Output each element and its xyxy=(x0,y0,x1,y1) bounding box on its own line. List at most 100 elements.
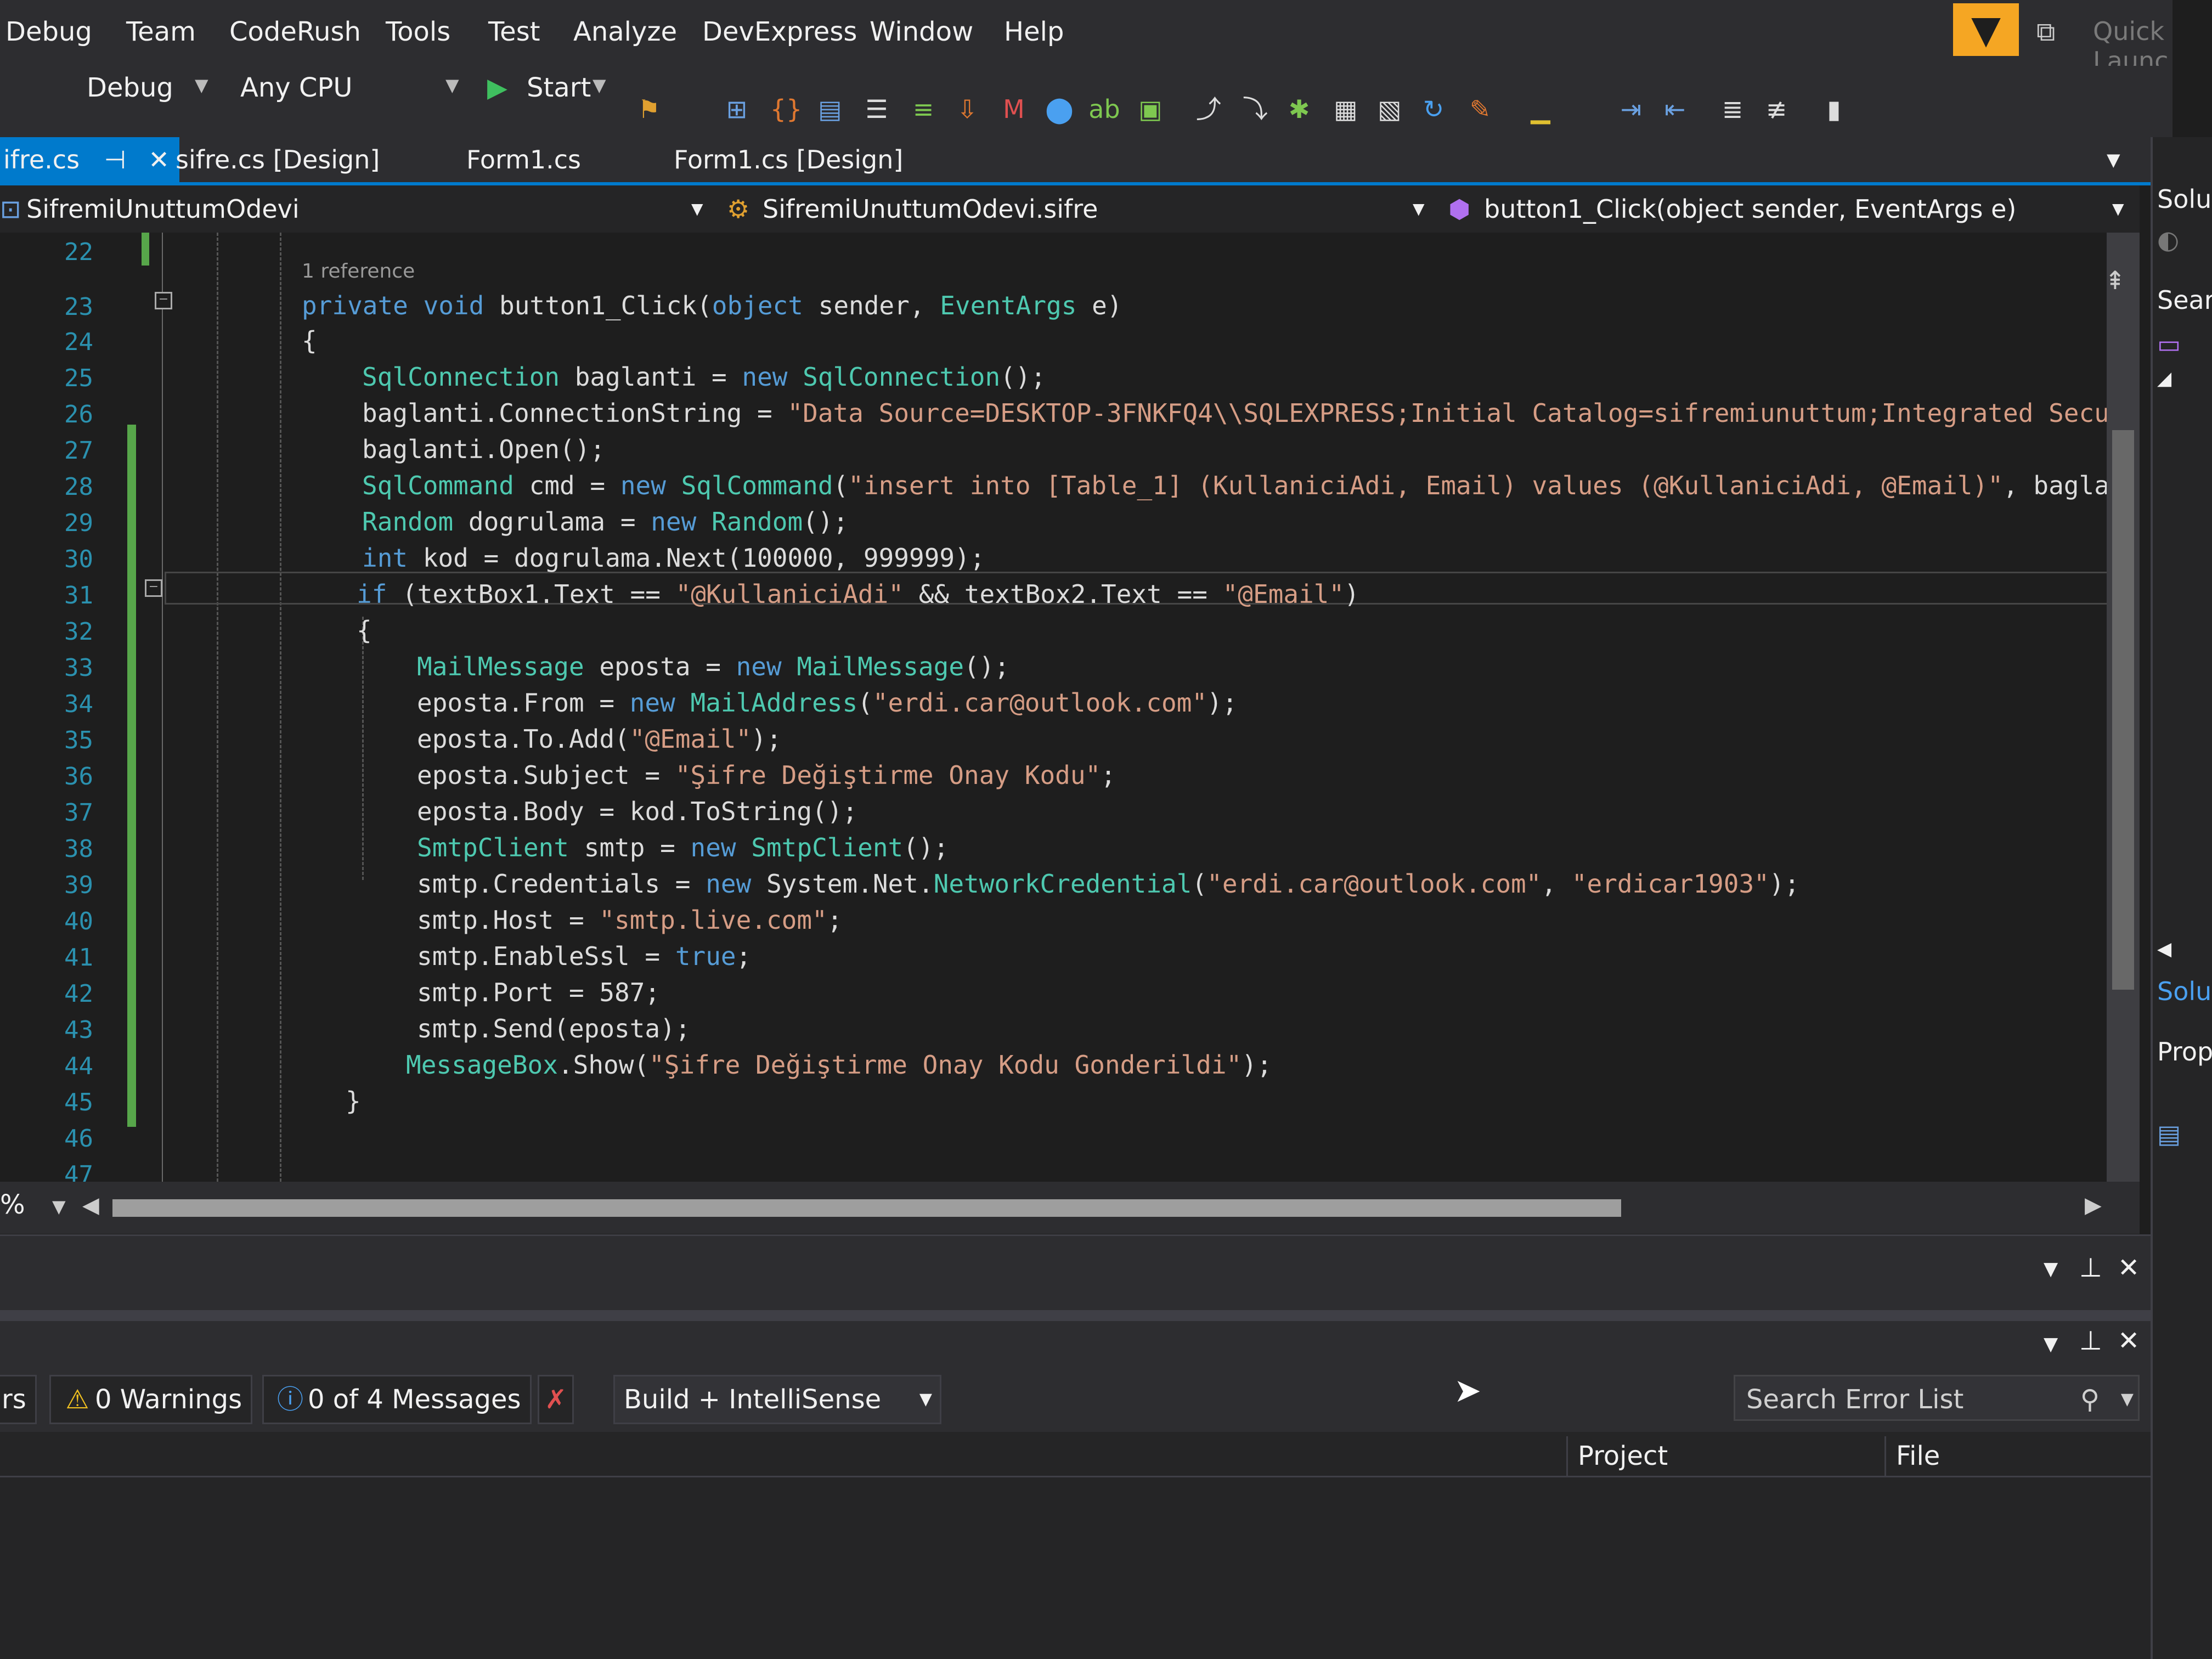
menu-tools[interactable]: Tools xyxy=(386,16,450,47)
scroll-left-icon[interactable]: ◀ xyxy=(82,1193,99,1218)
close-icon[interactable]: ✕ xyxy=(2118,1252,2140,1283)
list-icon[interactable]: ☰ xyxy=(859,91,895,127)
code-line[interactable]: smtp.EnableSsl = true; xyxy=(417,941,751,971)
code-line[interactable]: MailMessage eposta = new MailMessage(); xyxy=(417,652,1009,681)
bug-icon[interactable]: ✱ xyxy=(1281,91,1317,127)
codelens-references[interactable]: 1 reference xyxy=(302,260,415,283)
chevron-down-icon[interactable]: ▼ xyxy=(195,75,208,95)
split-icon[interactable]: ⇞ xyxy=(2104,266,2126,295)
code-line[interactable]: MessageBox.Show("Şifre Değiştirme Onay K… xyxy=(406,1050,1272,1080)
code-line[interactable]: Random dogrulama = new Random(); xyxy=(362,507,848,537)
code-line[interactable]: eposta.Body = kod.ToString(); xyxy=(417,797,857,826)
properties-title[interactable]: Prop xyxy=(2157,1037,2212,1066)
uncomment-icon[interactable]: ≢ xyxy=(1758,91,1795,127)
grid-icon[interactable]: ▤ xyxy=(812,91,848,127)
menu-help[interactable]: Help xyxy=(1004,16,1064,47)
code-line[interactable]: baglanti.ConnectionString = "Data Source… xyxy=(362,398,2109,428)
menu-debug[interactable]: Debug xyxy=(5,16,92,47)
code-line[interactable]: baglanti.Open(); xyxy=(362,435,605,464)
zoom-level[interactable]: % xyxy=(0,1189,25,1220)
member-dropdown[interactable]: button1_Click(object sender, EventArgs e… xyxy=(1484,194,2016,224)
code-line[interactable]: smtp.Credentials = new System.Net.Networ… xyxy=(417,869,1799,899)
platform-dropdown[interactable]: Any CPU xyxy=(240,72,353,103)
error-list-body[interactable] xyxy=(0,1477,2151,1659)
class-view-icon[interactable]: ⊞ xyxy=(719,91,755,127)
tab-sifre-cs[interactable]: ifre.cs ⊣ ✕ xyxy=(0,137,179,182)
data-icon[interactable]: ≡ xyxy=(905,91,941,127)
code-line[interactable]: eposta.Subject = "Şifre Değiştirme Onay … xyxy=(417,760,1116,790)
messages-filter-button[interactable]: ⓘ 0 of 4 Messages xyxy=(262,1375,532,1424)
code-line[interactable]: smtp.Send(eposta); xyxy=(417,1014,691,1043)
menu-analyze[interactable]: Analyze xyxy=(573,16,677,47)
location-icon[interactable]: ⬤ xyxy=(1041,91,1077,127)
errors-filter-button[interactable]: rs xyxy=(0,1375,37,1424)
search-solution-input[interactable]: Searc xyxy=(2157,285,2212,315)
collapse-icon[interactable]: − xyxy=(145,579,162,597)
pin-icon[interactable]: ⊣ xyxy=(104,145,126,174)
chevron-down-icon[interactable]: ▼ xyxy=(592,75,606,95)
document-export-icon[interactable]: ▧ xyxy=(1372,91,1408,127)
pin-icon[interactable]: ⊥ xyxy=(2079,1325,2102,1356)
column-file[interactable]: File xyxy=(1884,1436,2148,1476)
code-line[interactable]: { xyxy=(302,326,317,356)
solution-icon[interactable]: ▭ xyxy=(2157,329,2181,359)
error-list-search[interactable]: Search Error List ⚲ ▼ xyxy=(1734,1375,2140,1421)
chevron-down-icon[interactable]: ▼ xyxy=(2044,1333,2058,1355)
clear-filter-icon[interactable]: ✗ xyxy=(538,1375,574,1424)
solution-config-dropdown[interactable]: Debug xyxy=(87,72,173,103)
menu-test[interactable]: Test xyxy=(488,16,540,47)
comment-icon[interactable]: ≣ xyxy=(1714,91,1751,127)
chevron-down-icon[interactable]: ▼ xyxy=(691,200,703,218)
braces-icon[interactable]: {} xyxy=(768,91,804,127)
filter-icon[interactable]: ▼ xyxy=(1953,3,2019,56)
collapse-icon[interactable]: − xyxy=(155,292,172,309)
start-icon[interactable]: ▶ xyxy=(487,72,507,103)
scrollbar-thumb[interactable] xyxy=(112,1199,1621,1217)
download-icon[interactable]: ⇩ xyxy=(949,91,985,127)
solution-explorer-title[interactable]: Soluti xyxy=(2157,184,2212,214)
bookmark-icon[interactable]: ▮ xyxy=(1816,91,1852,127)
project-dropdown[interactable]: SifremiUnuttumOdevi xyxy=(26,194,300,224)
pin-icon[interactable]: ⊥ xyxy=(2079,1252,2102,1283)
chevron-down-icon[interactable]: ▼ xyxy=(1413,200,1425,218)
textbox-icon[interactable]: ab xyxy=(1086,91,1122,127)
menu-coderush[interactable]: CodeRush xyxy=(229,16,361,47)
chevron-down-icon[interactable]: ▼ xyxy=(2112,200,2124,218)
back-icon[interactable]: ◐ xyxy=(2157,225,2179,255)
warnings-filter-button[interactable]: ⚠ 0 Warnings xyxy=(49,1375,253,1424)
image-icon[interactable]: ▣ xyxy=(1132,91,1169,127)
highlight-icon[interactable]: ▁ xyxy=(1522,91,1559,127)
horizontal-scrollbar[interactable]: % ▼ ◀ ▶ xyxy=(0,1182,2140,1234)
code-line[interactable]: int kod = dogrulama.Next(100000, 999999)… xyxy=(362,543,985,573)
code-line[interactable]: { xyxy=(357,616,372,645)
code-line[interactable]: SqlConnection baglanti = new SqlConnecti… xyxy=(362,362,1046,392)
clear-icon[interactable]: ✎ xyxy=(1462,91,1498,127)
chevron-down-icon[interactable]: ▼ xyxy=(2121,1376,2134,1423)
outdent-icon[interactable]: ⇤ xyxy=(1657,91,1693,127)
chevron-down-icon[interactable]: ▼ xyxy=(2044,1258,2058,1280)
properties-icon[interactable]: ▤ xyxy=(2157,1119,2181,1149)
chevron-down-icon[interactable]: ▼ xyxy=(445,75,459,95)
code-line[interactable]: eposta.To.Add("@Email"); xyxy=(417,724,782,754)
feedback-icon[interactable]: ⧉ xyxy=(2036,16,2055,48)
code-line[interactable]: SmtpClient smtp = new SmtpClient(); xyxy=(417,833,949,862)
menu-team[interactable]: Team xyxy=(126,16,196,47)
scope-dropdown[interactable]: Build + IntelliSense ▼ xyxy=(613,1375,941,1424)
column-project[interactable]: Project xyxy=(1566,1436,1797,1476)
code-line[interactable]: smtp.Port = 587; xyxy=(417,978,660,1007)
class-dropdown[interactable]: SifremiUnuttumOdevi.sifre xyxy=(763,194,1098,224)
expand-icon[interactable]: ◢ xyxy=(2157,368,2171,390)
tab-overflow-icon[interactable]: ▼ xyxy=(2107,137,2120,182)
code-line[interactable]: eposta.From = new MailAddress("erdi.car@… xyxy=(417,688,1238,718)
tab-form1-cs-design[interactable]: Form1.cs [Design] xyxy=(674,137,903,182)
mail-icon[interactable]: M xyxy=(996,91,1032,127)
start-button[interactable]: Start xyxy=(527,72,591,103)
menu-devexpress[interactable]: DevExpress xyxy=(702,16,857,47)
code-line[interactable]: if (textBox1.Text == "@KullaniciAdi" && … xyxy=(357,579,1359,609)
code-line[interactable]: private void button1_Click(object sender… xyxy=(302,291,1122,320)
tab-form1-cs[interactable]: Form1.cs xyxy=(466,137,581,182)
browser-link-icon[interactable]: ⚑ xyxy=(631,91,667,127)
step-into-icon[interactable]: ⤵ xyxy=(1237,91,1273,127)
chevron-down-icon[interactable]: ▼ xyxy=(52,1196,66,1217)
code-line[interactable]: SqlCommand cmd = new SqlCommand("insert … xyxy=(362,471,2109,500)
